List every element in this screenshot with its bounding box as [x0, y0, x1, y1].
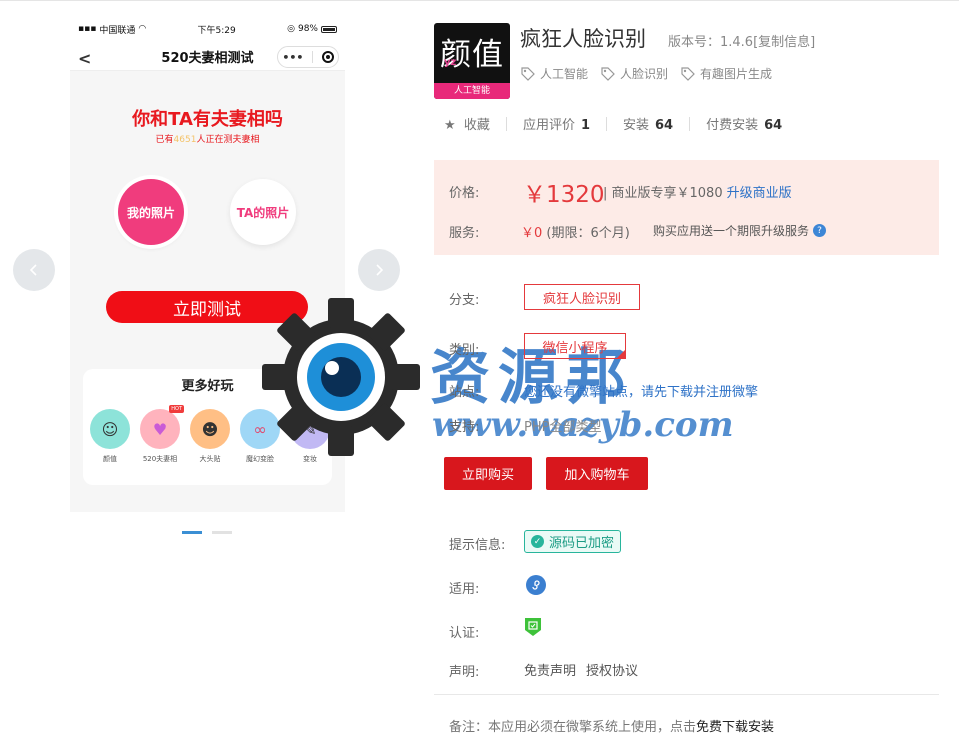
app-title: 疯狂人脸识别 [520, 27, 646, 51]
cert-label: 认证: [449, 626, 480, 641]
gallery-next-button[interactable] [358, 249, 400, 291]
price-value: ￥1320 [523, 182, 605, 208]
mini-program-title: 520夫妻相测试 [161, 51, 254, 66]
more-item-bighead[interactable]: ☻ 大头贴 [188, 409, 232, 464]
business-price: | 商业版专享￥1080 升级商业版 [603, 186, 792, 201]
tag-icon [681, 66, 695, 81]
type-label: 类别: [449, 343, 480, 358]
pagination-dot-active[interactable] [182, 531, 202, 534]
gallery-prev-button[interactable] [13, 249, 55, 291]
help-icon[interactable]: ? [813, 224, 827, 237]
price-box [434, 160, 939, 255]
price-label: 价格: [449, 186, 480, 201]
upgrade-business-link[interactable]: 升级商业版 [727, 186, 792, 201]
back-arrow-icon[interactable]: < [78, 49, 91, 68]
declaration-links: 免责声明 授权协议 [524, 660, 638, 679]
site-label: 站点: [449, 385, 480, 400]
wifi-icon: ◠ [138, 24, 147, 34]
tag-icon [601, 66, 615, 81]
shield-certified-icon [525, 618, 541, 636]
free-download-link[interactable]: 免费下载安装 [696, 720, 774, 735]
watermark-gear-icon [262, 298, 420, 456]
type-option[interactable]: 微信小程序 [524, 333, 626, 359]
battery-icon [321, 25, 337, 33]
declaration-label: 声明: [449, 665, 480, 680]
gallery-pagination [182, 531, 232, 534]
paid-install-stat: 付费安装 64 [706, 118, 783, 133]
remark-text: 备注：本应用必须在微擎系统上使用，点击免费下载安装 [449, 720, 775, 735]
tag-icon [521, 66, 535, 81]
more-item-yanzhi[interactable]: ☺ 颜值 [88, 409, 132, 464]
divider [434, 694, 939, 695]
tag-item[interactable]: 有趣图片生成 [680, 65, 772, 82]
service-price: ￥0 (期限：6个月) [521, 226, 630, 241]
participant-count-text: 已有4651人正在测夫妻相 [155, 135, 260, 145]
participant-count: 4651 [173, 135, 197, 145]
pagination-dot[interactable] [212, 531, 232, 534]
rating-stat[interactable]: 应用评价 1 [523, 114, 590, 133]
check-icon: ✓ [531, 535, 544, 548]
app-detail-page: ▪▪▪ 中国联通 ◠ 下午5:29 ◎ 98% < 520夫妻相测试 ••• 你… [0, 0, 959, 752]
mini-program-icon [526, 575, 546, 595]
tag-item[interactable]: 人脸识别 [600, 65, 668, 82]
branch-option[interactable]: 疯狂人脸识别 [524, 284, 640, 310]
site-register-link[interactable]: 您还没有微擎站点，请先下载并注册微擎 [524, 381, 758, 400]
encrypted-badge: ✓ 源码已加密 [524, 530, 622, 553]
tag-item[interactable]: 人工智能 [520, 65, 588, 82]
favorite-button[interactable]: ★ 收藏 [444, 114, 490, 133]
buy-now-button[interactable]: 立即购买 [444, 457, 532, 490]
service-label: 服务: [449, 226, 480, 241]
battery-label: 98% [297, 24, 318, 34]
support-label: 支持: [449, 420, 480, 435]
chevron-right-icon [376, 264, 384, 276]
service-note: 购买应用送一个期限升级服务? [653, 222, 827, 239]
status-bar: ▪▪▪ 中国联通 ◠ 下午5:29 ◎ 98% [70, 15, 345, 43]
disclaimer-link[interactable]: 免责声明 [524, 660, 576, 679]
ta-photo-button[interactable]: TA的照片 [230, 179, 296, 245]
close-target-icon[interactable] [321, 51, 334, 63]
add-to-cart-button[interactable]: 加入购物车 [546, 457, 648, 490]
branch-label: 分支: [449, 293, 480, 308]
location-icon: ◎ [287, 24, 295, 34]
support-value: PHP全部类型 [524, 420, 602, 435]
clock-label: 下午5:29 [197, 25, 236, 36]
license-link[interactable]: 授权协议 [586, 660, 638, 679]
test-headline: 你和TA有夫妻相吗 [132, 109, 283, 130]
my-photo-button[interactable]: 我的照片 [118, 179, 184, 245]
tag-list: 人工智能 人脸识别 有趣图片生成 [520, 65, 772, 82]
install-stat: 安装 64 [623, 118, 674, 133]
signal-icon: ▪▪▪ [78, 24, 97, 34]
smile-icon: ☻ [190, 409, 230, 449]
face-outline-icon: ☺ [90, 409, 130, 449]
more-dots-icon[interactable]: ••• [282, 51, 303, 64]
tip-label: 提示信息: [449, 538, 506, 553]
star-icon: ★ [444, 118, 456, 133]
heart-icon: ♥ HOT [140, 405, 184, 449]
mini-program-navbar: < 520夫妻相测试 ••• [70, 43, 345, 71]
capsule-menu[interactable]: ••• [277, 46, 339, 68]
app-logo: 颜值 yz 人工智能 [434, 23, 510, 99]
version-info[interactable]: 版本号：1.4.6[复制信息] [668, 31, 815, 50]
chevron-left-icon [29, 264, 37, 276]
apply-label: 适用: [449, 582, 480, 597]
carrier-label: 中国联通 [99, 25, 136, 36]
stats-bar: ★ 收藏 应用评价 1 安装 64 付费安装 64 [444, 114, 782, 133]
hot-badge: HOT [169, 405, 184, 413]
more-item-couple[interactable]: ♥ HOT 520夫妻相 [138, 405, 184, 464]
